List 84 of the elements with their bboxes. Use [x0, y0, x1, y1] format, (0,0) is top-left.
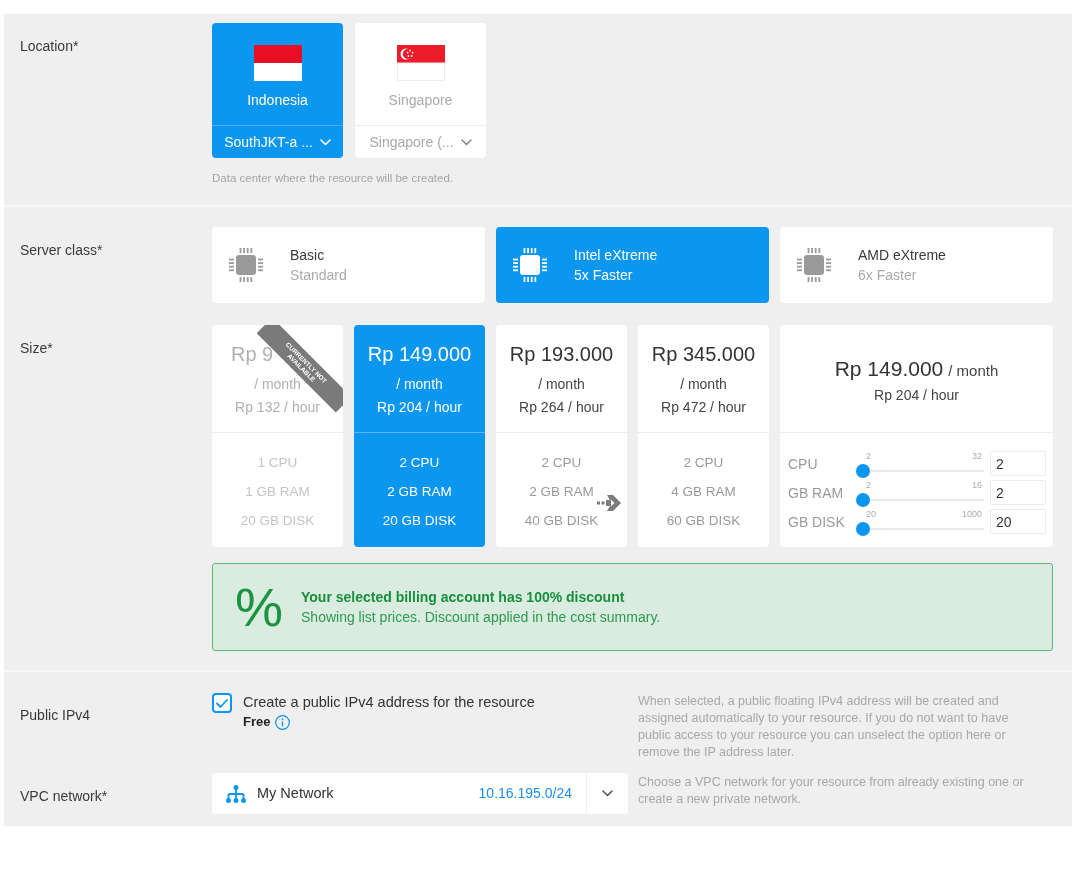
custom-plan-card[interactable]: Rp 149.000 / month Rp 204 / hour CPU 2 32 2 GB RAM 2 16 2 GB DISK 20 1000 20: [780, 325, 1053, 547]
slider-label: GB DISK: [788, 512, 846, 532]
value-input[interactable]: 2: [990, 480, 1046, 505]
percent-sign: %: [235, 580, 283, 634]
slider-max-label: 16: [972, 479, 982, 491]
value-input[interactable]: 20: [990, 509, 1046, 534]
chip-icon: [797, 248, 831, 282]
slider-min-label: 20: [866, 508, 876, 520]
field-label: Location*: [20, 38, 79, 54]
slider-min-label: 2: [866, 479, 871, 491]
slider-thumb[interactable]: [856, 521, 870, 536]
network-name: My Network: [257, 783, 334, 803]
checkbox[interactable]: [212, 693, 232, 713]
plan-spec: 1 GB RAM: [245, 483, 310, 501]
price-label: Free: [243, 713, 271, 731]
slider-track[interactable]: [856, 521, 984, 536]
plan-spec: 2 CPU: [399, 454, 440, 472]
plan-hourly-price: Rp 204 / hour: [377, 398, 462, 417]
slider-max-label: 1000: [961, 508, 982, 520]
plan-spec: 2 CPU: [541, 454, 582, 472]
plan-period: / month: [948, 361, 999, 381]
network-select[interactable]: My Network 10.16.195.0/24: [212, 773, 628, 814]
description-text: When selected, a public floating IPv4 address will be created and assigned automatically to your resource. If you do not want to have public access to your resource you can unselect the option here or remove the IP address later.: [638, 693, 1010, 761]
slider-thumb[interactable]: [856, 492, 870, 507]
plan-spec: 4 GB RAM: [671, 483, 736, 501]
field-label: VPC network*: [20, 788, 108, 804]
slider-max-label: 32: [972, 450, 982, 462]
plan-card[interactable]: Rp 193.000 / month Rp 264 / hour 2 CPU 2 GB RAM 40 GB DISK: [496, 325, 627, 547]
slider-label: GB RAM: [788, 483, 845, 503]
slider-min-label: 2: [866, 450, 871, 462]
plan-price: Rp 193.000: [509, 342, 614, 367]
server-class-detail: Standard: [290, 266, 347, 285]
plan-price: Rp 345.000: [651, 342, 756, 367]
plan-period: / month: [680, 375, 727, 394]
region-name: Indonesia: [247, 91, 308, 110]
plan-spec: 2 CPU: [683, 454, 724, 472]
slider-track[interactable]: [856, 492, 984, 507]
flag-icon: [253, 45, 302, 81]
slider-label: CPU: [788, 454, 819, 474]
server-class-card[interactable]: AMD eXtreme 6x Faster: [780, 227, 1053, 303]
plan-spec: 40 GB DISK: [524, 512, 599, 530]
chip-icon: [229, 248, 263, 282]
hint-text: Data center where the resource will be created.: [212, 171, 454, 185]
server-class-name: Intel eXtreme: [574, 246, 658, 265]
check-icon: [216, 698, 228, 708]
plan-spec: 60 GB DISK: [666, 512, 741, 530]
discount-text: Showing list prices. Discount applied in the cost summary.: [301, 608, 661, 627]
plan-hourly-price: Rp 264 / hour: [519, 398, 604, 417]
value-input[interactable]: 2: [990, 451, 1046, 476]
cursor-icon: [597, 492, 621, 514]
plan-spec: 1 CPU: [257, 454, 298, 472]
description-text: Choose a VPC network for your resource from already existing one or create a new private network.: [638, 774, 1025, 808]
plan-period: / month: [538, 375, 585, 394]
field-label: Size*: [20, 340, 53, 356]
subnet-text: 10.16.195.0/24: [478, 784, 572, 803]
discount-title: Your selected billing account has 100% discount: [301, 588, 626, 607]
slider-track[interactable]: [856, 463, 984, 478]
chevron-down-icon: [319, 138, 331, 146]
server-class-detail: 5x Faster: [574, 266, 634, 285]
field-label: Public IPv4: [20, 707, 91, 723]
plan-spec: 20 GB DISK: [382, 512, 457, 530]
slider-thumb[interactable]: [856, 463, 870, 478]
plan-hourly-price: Rp 204 / hour: [874, 386, 959, 405]
plan-card[interactable]: Rp 345.000 / month Rp 472 / hour 2 CPU 4 GB RAM 60 GB DISK: [638, 325, 769, 547]
plan-spec: 20 GB DISK: [240, 512, 315, 530]
info-icon[interactable]: [275, 714, 291, 730]
chevron-down-icon: [460, 138, 472, 146]
plan-price: Rp 149.000: [834, 356, 944, 382]
region-name: Singapore: [388, 91, 453, 110]
plan-price: Rp 149.000: [367, 342, 472, 367]
plan-spec: 2 GB RAM: [529, 483, 594, 501]
chip-icon: [513, 248, 547, 282]
plan-period: / month: [396, 375, 443, 394]
server-class-name: Basic: [290, 246, 326, 265]
server-class-name: AMD eXtreme: [858, 246, 946, 265]
plan-hourly-price: Rp 472 / hour: [661, 398, 746, 417]
chevron-down-icon: [602, 790, 613, 797]
checkbox-label[interactable]: Create a public IPv4 address for the resource: [243, 692, 535, 712]
flag-icon: [396, 45, 445, 81]
plan-spec: 2 GB RAM: [387, 483, 452, 501]
field-label: Server class*: [20, 242, 103, 258]
server-class-card[interactable]: Basic Standard: [212, 227, 485, 303]
server-class-detail: 6x Faster: [858, 266, 918, 285]
network-icon: [226, 784, 246, 803]
